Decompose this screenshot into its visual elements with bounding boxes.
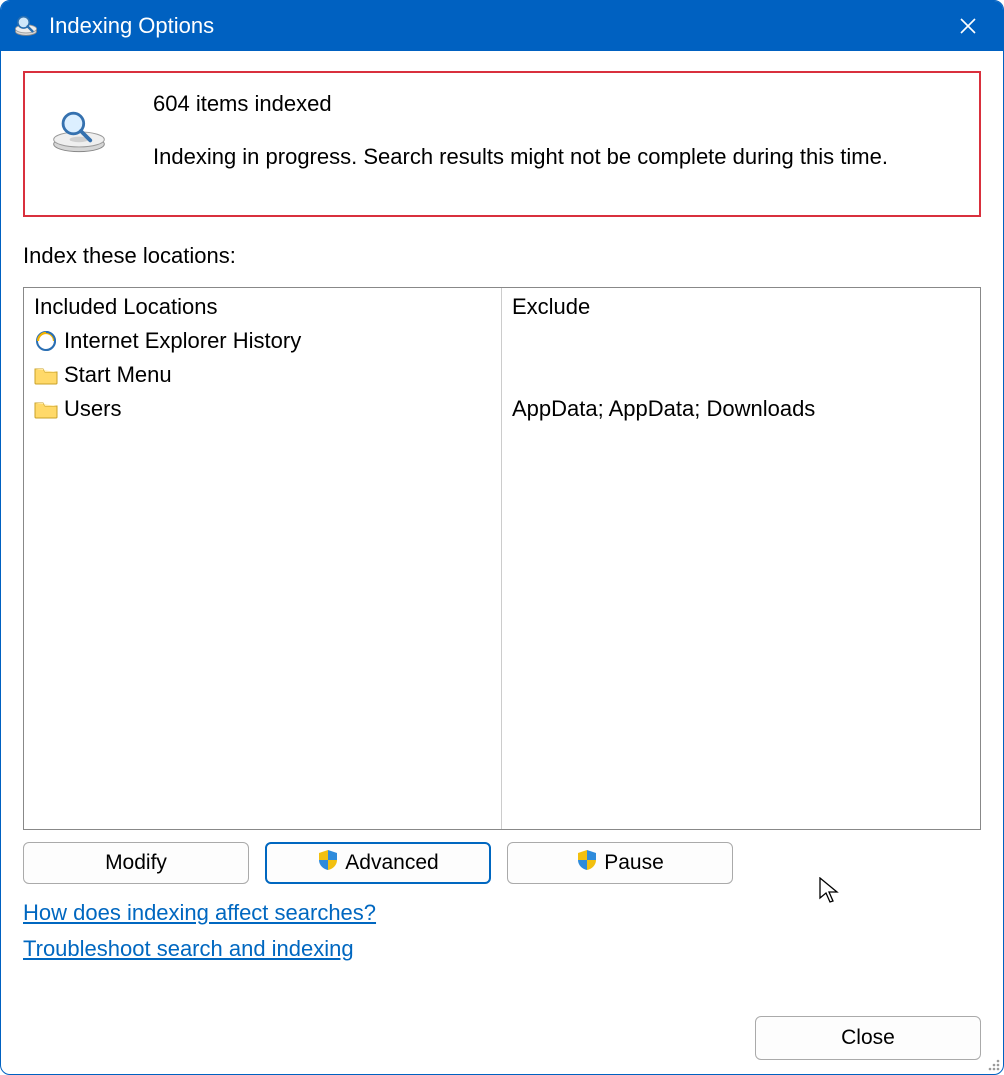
close-window-button[interactable]: [945, 3, 991, 49]
items-indexed-text: 604 items indexed: [153, 89, 888, 120]
shield-icon: [317, 849, 339, 877]
location-name: Users: [64, 396, 121, 422]
indexing-options-window: Indexing Options 604 items indexed Index…: [0, 0, 1004, 1075]
advanced-button[interactable]: Advanced: [265, 842, 491, 884]
folder-icon: [34, 364, 58, 386]
location-name: Internet Explorer History: [64, 328, 301, 354]
ie-icon: [34, 330, 58, 352]
index-locations-label: Index these locations:: [23, 243, 981, 269]
exclude-cell: [512, 324, 970, 358]
location-name: Start Menu: [64, 362, 172, 388]
list-item[interactable]: Internet Explorer History: [34, 324, 491, 358]
shield-icon: [576, 849, 598, 877]
status-panel: 604 items indexed Indexing in progress. …: [23, 71, 981, 217]
troubleshoot-link[interactable]: Troubleshoot search and indexing: [23, 936, 354, 962]
exclude-header: Exclude: [512, 294, 970, 320]
window-title: Indexing Options: [49, 13, 214, 39]
locations-list: Included Locations Internet Explorer His…: [23, 287, 981, 830]
modify-button[interactable]: Modify: [23, 842, 249, 884]
pause-button[interactable]: Pause: [507, 842, 733, 884]
exclude-cell: AppData; AppData; Downloads: [512, 392, 970, 426]
indexing-icon: [13, 11, 39, 42]
disk-search-icon: [39, 107, 119, 155]
exclude-cell: [512, 358, 970, 392]
folder-icon: [34, 398, 58, 420]
resize-grip-icon[interactable]: [985, 1056, 1001, 1072]
list-item[interactable]: Start Menu: [34, 358, 491, 392]
included-header: Included Locations: [34, 294, 491, 320]
titlebar: Indexing Options: [1, 1, 1003, 51]
indexing-progress-text: Indexing in progress. Search results mig…: [153, 142, 888, 173]
close-button[interactable]: Close: [755, 1016, 981, 1060]
how-indexing-link[interactable]: How does indexing affect searches?: [23, 900, 376, 926]
list-item[interactable]: Users: [34, 392, 491, 426]
